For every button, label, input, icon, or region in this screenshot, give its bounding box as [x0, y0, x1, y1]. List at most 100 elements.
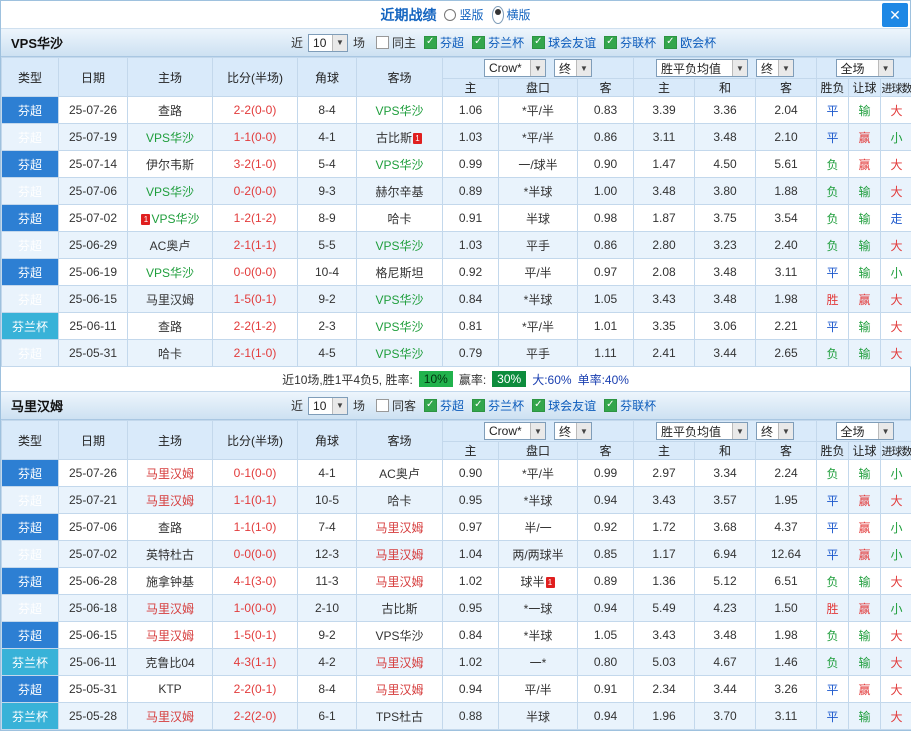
checkbox-checked-icon[interactable]	[664, 36, 678, 49]
avg-draw-cell: 3.44	[694, 339, 757, 367]
filter-欧会杯[interactable]: 欧会杯	[664, 34, 716, 51]
team-cell-content: 马里汉姆	[146, 710, 194, 724]
team-label: VPS华沙	[151, 211, 200, 226]
team-cell-content: 马里汉姆	[375, 521, 423, 535]
avg-away-cell: 3.54	[755, 204, 818, 232]
team-label: 查路	[157, 103, 182, 118]
checkbox-checked-icon[interactable]	[424, 399, 438, 412]
odds-company-select[interactable]: Crow* ▼	[484, 59, 546, 77]
scope-select[interactable]: 全场 ▼	[835, 422, 894, 440]
home-odds-cell: 0.91	[442, 204, 499, 232]
result-cell: 负	[816, 621, 850, 649]
layout-radio-vertical[interactable]: 竖版	[444, 6, 484, 23]
avg-away-cell: 3.26	[755, 675, 818, 703]
handicap-result-cell: 输	[848, 312, 882, 340]
section-header-bar: VPS华沙 近 10 ▼ 场 同主 芬超 芬兰杯 球会友谊 芬联杯 欧会杯	[1, 29, 910, 57]
avg-select[interactable]: 胜平负均值 ▼	[656, 59, 749, 77]
team-label: 克鲁比04	[145, 655, 195, 670]
score-cell: 2-1(1-1)	[212, 231, 298, 259]
checkbox-checked-icon[interactable]	[472, 399, 486, 412]
handicap-cell: *半球	[498, 285, 578, 313]
team-cell-content: 克鲁比04	[145, 656, 194, 670]
team-label: 马里汉姆	[375, 520, 424, 535]
filter-label: 芬兰杯	[488, 36, 525, 50]
corner-cell: 7-4	[297, 513, 357, 541]
filter-芬兰杯[interactable]: 芬兰杯	[472, 397, 524, 414]
match-row: 芬超 25-07-21 马里汉姆 1-1(0-1) 10-5 哈卡 0.95 *半球 0.94 3…	[1, 486, 911, 514]
scope-select[interactable]: 全场 ▼	[835, 59, 894, 77]
avg-away-cell: 4.37	[755, 513, 818, 541]
goals-result-cell: 大	[880, 231, 911, 259]
final-avg-select[interactable]: 终 ▼	[756, 422, 795, 440]
result-cell: 负	[816, 231, 850, 259]
away-odds-cell: 0.86	[576, 123, 635, 151]
filter-芬兰杯[interactable]: 芬兰杯	[472, 34, 524, 51]
corner-cell: 8-9	[297, 204, 357, 232]
team-label: 马里汉姆	[145, 709, 194, 724]
checkbox-checked-icon[interactable]	[424, 36, 438, 49]
match-count-select[interactable]: 10 ▼	[308, 33, 349, 52]
home-odds-cell: 0.88	[442, 702, 499, 730]
col-handicap: 盘口	[498, 441, 578, 460]
filter-球会友谊[interactable]: 球会友谊	[532, 397, 596, 414]
home-odds-cell: 0.99	[442, 150, 499, 178]
team-cell-content: 马里汉姆	[146, 467, 194, 481]
match-row: 芬超 25-07-26 查路 2-2(0-0) 8-4 VPS华沙 1.06 *平/半 0.83…	[1, 96, 911, 124]
team-label: 格尼斯坦	[375, 265, 424, 280]
filter-芬联杯[interactable]: 芬联杯	[604, 34, 656, 51]
checkbox-checked-icon[interactable]	[532, 36, 546, 49]
filter-同主[interactable]: 同主	[376, 34, 416, 51]
odds-company-select[interactable]: Crow* ▼	[484, 422, 546, 440]
match-row: 芬超 25-05-31 哈卡 2-1(1-0) 4-5 VPS华沙 0.79 平手 1.11 2.…	[1, 339, 911, 367]
col-let: 让球	[848, 441, 882, 460]
checkbox-checked-icon[interactable]	[532, 399, 546, 412]
layout-radio-horizontal[interactable]: 横版	[491, 5, 531, 24]
filter-芬联杯[interactable]: 芬联杯	[604, 397, 656, 414]
team-label: VPS华沙	[375, 292, 424, 307]
home-odds-cell: 0.90	[442, 459, 499, 487]
summary-mid: 赢率:	[458, 372, 487, 387]
match-count-select[interactable]: 10 ▼	[308, 396, 349, 415]
home-team-cell: 马里汉姆	[127, 459, 213, 487]
games-label: 场	[353, 399, 366, 413]
col-type: 类型	[1, 57, 59, 97]
handicap-result-cell: 赢	[848, 675, 882, 703]
team-cell-content: 哈卡	[387, 212, 411, 226]
checkbox-checked-icon[interactable]	[472, 36, 486, 49]
score-cell: 3-2(1-0)	[212, 150, 298, 178]
filter-bar: 近 10 ▼ 场 同主 芬超 芬兰杯 球会友谊 芬联杯 欧会杯	[291, 33, 716, 52]
avg-away-cell: 5.61	[755, 150, 818, 178]
match-row: 芬超 25-06-19 VPS华沙 0-0(0-0) 10-4 格尼斯坦 0.92 平/半 0.…	[1, 258, 911, 286]
filter-球会友谊[interactable]: 球会友谊	[532, 34, 596, 51]
avg-home-cell: 2.08	[633, 258, 696, 286]
checkbox-checked-icon[interactable]	[604, 36, 618, 49]
final-odds-select[interactable]: 终 ▼	[554, 422, 592, 440]
filter-同客[interactable]: 同客	[376, 397, 416, 414]
close-button[interactable]: ✕	[882, 3, 908, 27]
chevron-down-icon: ▼	[576, 423, 591, 439]
avg-away-cell: 1.98	[755, 621, 818, 649]
away-team-cell: VPS华沙	[356, 285, 443, 313]
corner-cell: 2-3	[297, 312, 357, 340]
match-row: 芬超 25-07-06 VPS华沙 0-2(0-0) 9-3 赫尔辛基 0.89 *半球 1.0…	[1, 177, 911, 205]
filter-芬超[interactable]: 芬超	[424, 34, 464, 51]
filter-芬超[interactable]: 芬超	[424, 397, 464, 414]
final-odds-select[interactable]: 终 ▼	[554, 59, 592, 77]
checkbox-checked-icon[interactable]	[604, 399, 618, 412]
team-label: VPS华沙	[375, 346, 424, 361]
radio-selected-icon[interactable]	[491, 5, 504, 24]
radio-unselected-icon[interactable]	[444, 8, 457, 21]
avg-away-cell: 2.65	[755, 339, 818, 367]
avg-home-cell: 2.97	[633, 459, 696, 487]
avg-away-cell: 1.88	[755, 177, 818, 205]
avg-select[interactable]: 胜平负均值 ▼	[656, 422, 749, 440]
final-avg-select[interactable]: 终 ▼	[756, 59, 795, 77]
col-goals: 进球数	[880, 441, 911, 460]
checkbox-icon[interactable]	[376, 399, 390, 412]
away-odds-cell: 1.00	[576, 177, 635, 205]
away-team-cell: 哈卡	[356, 204, 443, 232]
goals-result-cell: 大	[880, 96, 911, 124]
team-label: 马里汉姆	[375, 547, 424, 562]
checkbox-icon[interactable]	[376, 36, 390, 49]
home-team-cell: 查路	[127, 96, 213, 124]
